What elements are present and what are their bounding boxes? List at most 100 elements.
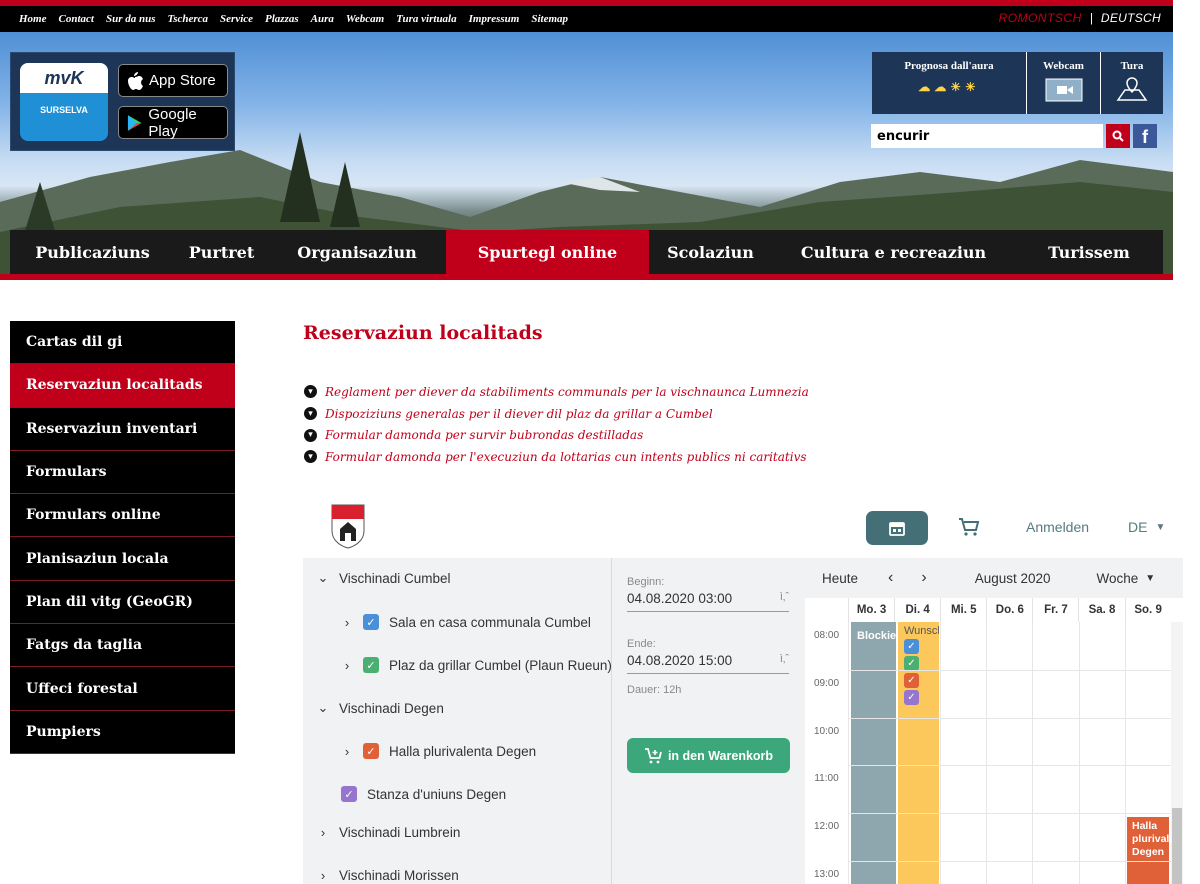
sidebar-item-cartas[interactable]: Cartas dil gi	[10, 321, 235, 365]
checkbox[interactable]: ✓	[363, 657, 379, 673]
nav-turissem[interactable]: Turissem	[1015, 230, 1163, 274]
topnav-search[interactable]: Tscherca	[168, 13, 209, 25]
sidebar-item-fatgs-taglia[interactable]: Fatgs da taglia	[10, 624, 235, 668]
chevron-right-icon[interactable]: ›	[317, 825, 329, 840]
begin-value: 04.08.2020 03:00	[627, 591, 733, 606]
end-field[interactable]: Ende: 04.08.2020 15:00 ì‚ˆ	[627, 638, 789, 674]
search-input[interactable]	[871, 124, 1103, 148]
checkbox[interactable]: ✓	[363, 743, 379, 759]
facebook-button[interactable]: f	[1133, 124, 1157, 148]
next-button[interactable]: ›	[921, 569, 926, 587]
resource-tree: ⌄ Vischinadi Cumbel › ✓ Sala en casa communa…	[303, 558, 612, 884]
datetime-picker-icon[interactable]: ì‚ˆ	[780, 653, 789, 668]
sidebar-item-uffeci-forestal[interactable]: Uffeci forestal	[10, 667, 235, 711]
nav-cultura[interactable]: Cultura e recreaziun	[772, 230, 1015, 274]
datetime-picker-icon[interactable]: ì‚ˆ	[780, 591, 789, 606]
day-header[interactable]: Di. 4	[894, 598, 940, 622]
calendar-scrollbar[interactable]	[1171, 622, 1183, 884]
tree-node-label: Stanza d'uniuns Degen	[367, 786, 507, 802]
begin-field[interactable]: Beginn: 04.08.2020 03:00 ì‚ˆ	[627, 576, 789, 612]
municipality-crest-icon[interactable]	[330, 503, 366, 549]
sidebar-item-pumpiers[interactable]: Pumpiers	[10, 711, 235, 754]
sidebar-item-reservaziun-inventari[interactable]: Reservaziun inventari	[10, 408, 235, 451]
calendar-grid[interactable]: Blockiert Wunsch ✓ ✓ ✓ ✓ Halla plurivalenta…	[805, 622, 1172, 884]
topnav-impressum[interactable]: Impressum	[469, 13, 520, 25]
language-select[interactable]: DE ▼	[1128, 519, 1165, 535]
chevron-right-icon[interactable]: ›	[341, 744, 353, 759]
topnav-service[interactable]: Service	[220, 13, 253, 25]
tree-node[interactable]: › Vischinadi Lumbrein	[317, 825, 461, 840]
sidebar-item-formulars-online[interactable]: Formulars online	[10, 494, 235, 538]
nav-scolaziun[interactable]: Scolaziun	[649, 230, 772, 274]
topnav-aura[interactable]: Aura	[311, 13, 334, 25]
tree-node[interactable]: › ✓ Plaz da grillar Cumbel (Plaun Rueun)	[341, 657, 612, 673]
day-header[interactable]: Sa. 8	[1078, 598, 1124, 622]
google-play-button[interactable]: Google Play	[118, 106, 228, 140]
chevron-right-icon[interactable]: ›	[341, 658, 353, 673]
nav-purtret[interactable]: Purtret	[175, 230, 268, 274]
sidebar-item-planisaziun[interactable]: Planisaziun locala	[10, 537, 235, 581]
lang-romontsch[interactable]: ROMONTSCH	[999, 11, 1082, 25]
topnav-webcam[interactable]: Webcam	[346, 13, 384, 25]
event-blocked[interactable]: Blockiert	[851, 622, 896, 884]
login-link[interactable]: Anmelden	[1026, 519, 1089, 535]
lang-deutsch[interactable]: DEUTSCH	[1101, 11, 1161, 25]
doc-link[interactable]: ▾ Formular damonda per l'execuziun da lot…	[304, 446, 809, 468]
calendar-view-button[interactable]	[866, 511, 928, 545]
event-wish-marks: ✓ ✓ ✓ ✓	[904, 639, 939, 705]
grid-line	[848, 813, 1171, 815]
chevron-right-icon[interactable]: ›	[317, 868, 329, 883]
doc-link[interactable]: ▾ Reglament per diever da stabiliments co…	[304, 381, 809, 403]
begin-label: Beginn:	[627, 576, 665, 588]
add-to-cart-button[interactable]: in den Warenkorb	[627, 738, 790, 773]
app-store-button[interactable]: App Store	[118, 64, 228, 97]
chevron-down-icon[interactable]: ⌄	[317, 700, 329, 716]
end-label: Ende:	[627, 638, 656, 650]
mvk-logo[interactable]: mvK SURSELVA	[20, 63, 108, 141]
chevron-right-icon[interactable]: ›	[341, 615, 353, 630]
cart-icon[interactable]	[958, 517, 980, 537]
prev-button[interactable]: ‹	[888, 569, 893, 587]
day-header[interactable]: Do. 6	[986, 598, 1032, 622]
checkbox[interactable]: ✓	[341, 786, 357, 802]
view-select[interactable]: Woche	[1097, 571, 1139, 586]
doc-link[interactable]: ▾ Formular damonda per survir bubrondas d…	[304, 424, 809, 446]
chevron-down-icon[interactable]: ▼	[1145, 573, 1155, 584]
tree-node[interactable]: › ✓ Sala en casa communala Cumbel	[341, 614, 591, 630]
event-halla[interactable]: Halla plurivalenta Degen	[1127, 817, 1169, 884]
sidebar-item-formulars[interactable]: Formulars	[10, 451, 235, 495]
checkbox[interactable]: ✓	[363, 614, 379, 630]
search-button[interactable]	[1106, 124, 1130, 148]
topnav-contact[interactable]: Contact	[59, 13, 94, 25]
topnav-sitemap[interactable]: Sitemap	[531, 13, 568, 25]
topnav-home[interactable]: Home	[19, 13, 47, 25]
sidebar-item-reservaziun-localitads[interactable]: Reservaziun localitads	[10, 364, 235, 408]
day-header[interactable]: Fr. 7	[1032, 598, 1078, 622]
day-header[interactable]: Mi. 5	[940, 598, 986, 622]
tour-widget[interactable]: Tura	[1101, 52, 1163, 114]
nav-publicaziuns[interactable]: Publicaziuns	[10, 230, 175, 274]
weather-widget[interactable]: Prognosa dall'aura ☁☁☀☀	[872, 52, 1027, 114]
nav-spurtegl-online[interactable]: Spurtegl online	[446, 230, 649, 274]
search-icon	[1112, 130, 1124, 142]
topnav-about[interactable]: Sur da nus	[106, 13, 156, 25]
doc-link[interactable]: ▾ Dispoziziuns generalas per il diever di…	[304, 403, 809, 425]
tree-node[interactable]: › ✓ Halla plurivalenta Degen	[341, 743, 536, 759]
event-wish[interactable]: Wunsch ✓ ✓ ✓ ✓	[898, 622, 939, 884]
nav-organisaziun[interactable]: Organisaziun	[268, 230, 446, 274]
day-header[interactable]: So. 9	[1124, 598, 1171, 622]
chevron-down-icon[interactable]: ⌄	[317, 570, 329, 586]
tree-node[interactable]: ⌄ Vischinadi Cumbel	[317, 570, 451, 586]
scrollbar-thumb[interactable]	[1172, 808, 1182, 884]
day-header[interactable]: Mo. 3	[848, 598, 894, 622]
today-button[interactable]: Heute	[822, 571, 858, 586]
webcam-widget[interactable]: Webcam	[1027, 52, 1101, 114]
topnav-virtual-tour[interactable]: Tura virtuala	[396, 13, 456, 25]
tree-node[interactable]: › Vischinadi Morissen	[317, 868, 459, 883]
calendar-header: Heute ‹ › August 2020 Woche ▼	[805, 558, 1183, 598]
tree-node[interactable]: ⌄ Vischinadi Degen	[317, 700, 444, 716]
tree-node[interactable]: ✓ Stanza d'uniuns Degen	[341, 786, 506, 802]
sidebar-item-plan-vitg[interactable]: Plan dil vitg (GeoGR)	[10, 581, 235, 625]
topnav-plazzas[interactable]: Plazzas	[265, 13, 299, 25]
duration-text: Dauer: 12h	[627, 684, 682, 696]
